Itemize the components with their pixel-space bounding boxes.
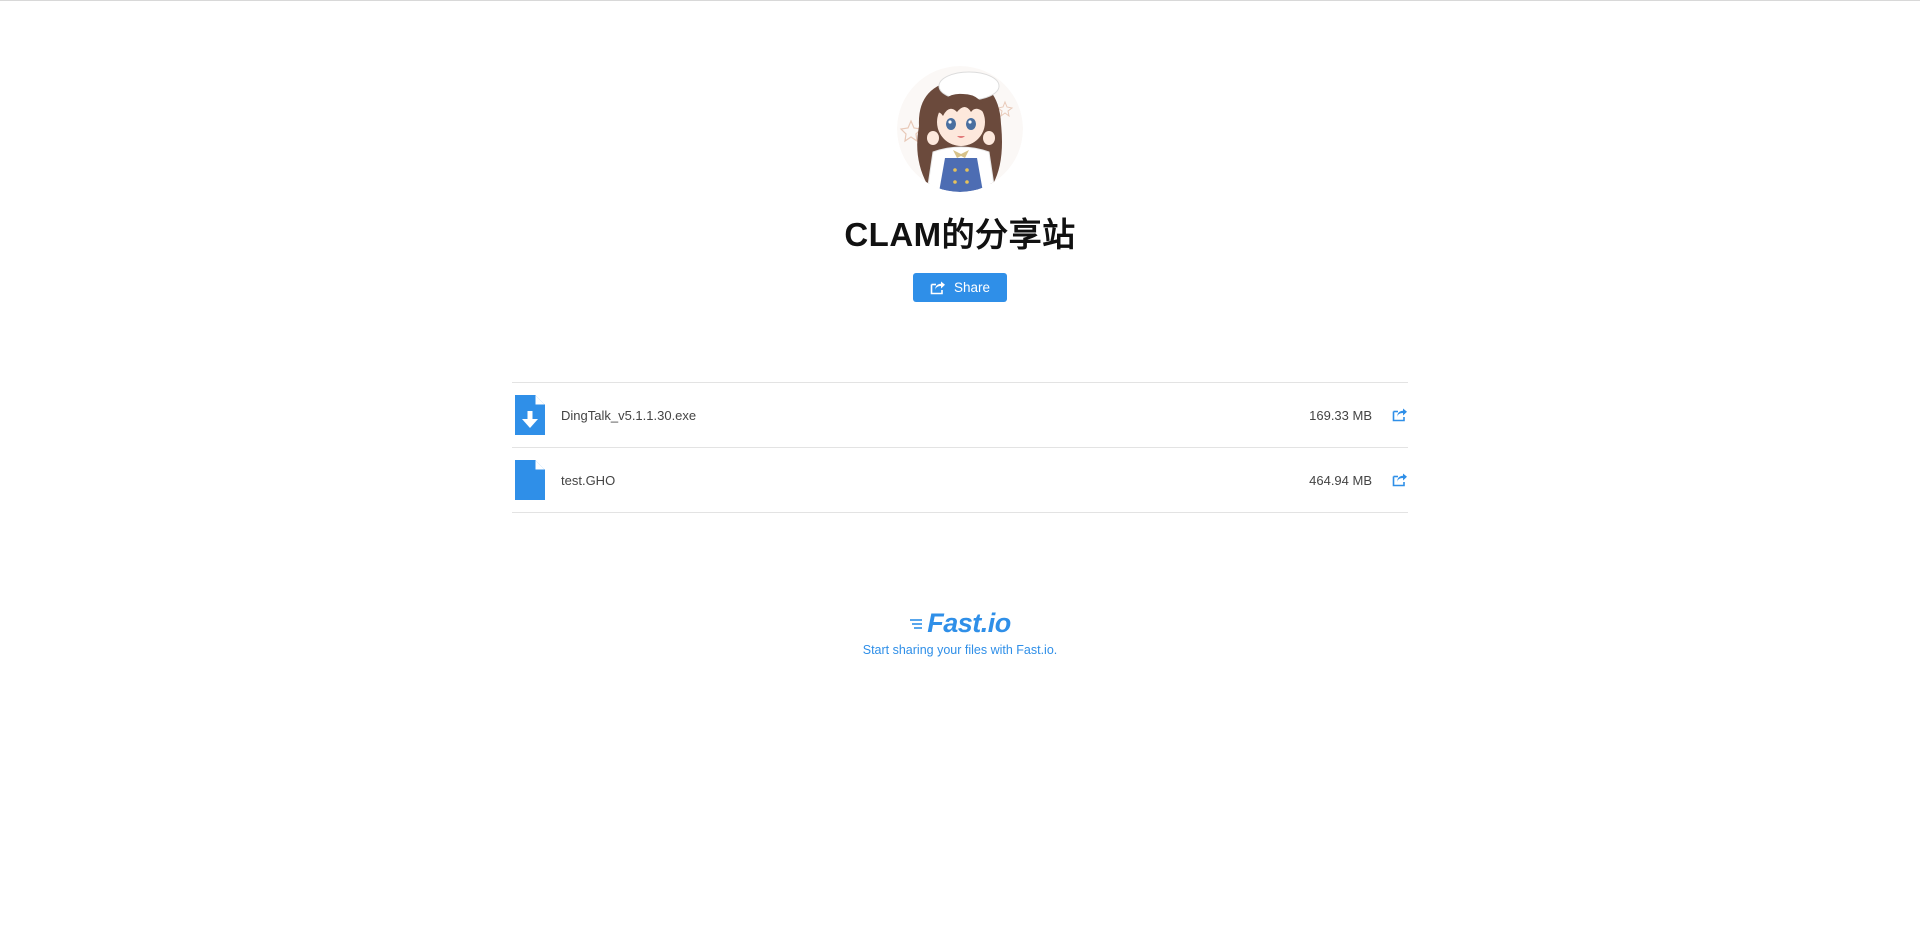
file-name[interactable]: DingTalk_v5.1.1.30.exe [561,408,1309,423]
file-row[interactable]: test.GHO 464.94 MB [512,448,1408,513]
file-download-icon [515,395,545,435]
speed-lines-icon [910,618,923,629]
share-icon [930,281,945,294]
avatar [897,66,1023,192]
file-size: 464.94 MB [1309,472,1372,488]
share-button[interactable]: Share [913,273,1007,302]
file-size: 169.33 MB [1309,407,1372,423]
file-row[interactable]: DingTalk_v5.1.1.30.exe 169.33 MB [512,383,1408,448]
file-list: DingTalk_v5.1.1.30.exe 169.33 MB test.GH… [512,382,1408,513]
brand-name: Fast.io [927,608,1011,638]
brand-logo[interactable]: Fast.io [909,608,1011,639]
file-icon [515,460,545,500]
avatar-illustration [897,66,1023,192]
page: CLAM的分享站 Share DingTalk_v5.1.1.30.exe 16… [0,0,1920,937]
footer: Fast.io Start sharing your files with Fa… [0,608,1920,657]
file-name[interactable]: test.GHO [561,473,1309,488]
share-button-label: Share [953,280,991,295]
share-icon[interactable] [1392,472,1408,488]
top-divider [0,0,1920,1]
share-icon[interactable] [1392,407,1408,423]
site-title: CLAM的分享站 [844,216,1076,253]
tagline-link[interactable]: Start sharing your files with Fast.io. [0,643,1920,657]
